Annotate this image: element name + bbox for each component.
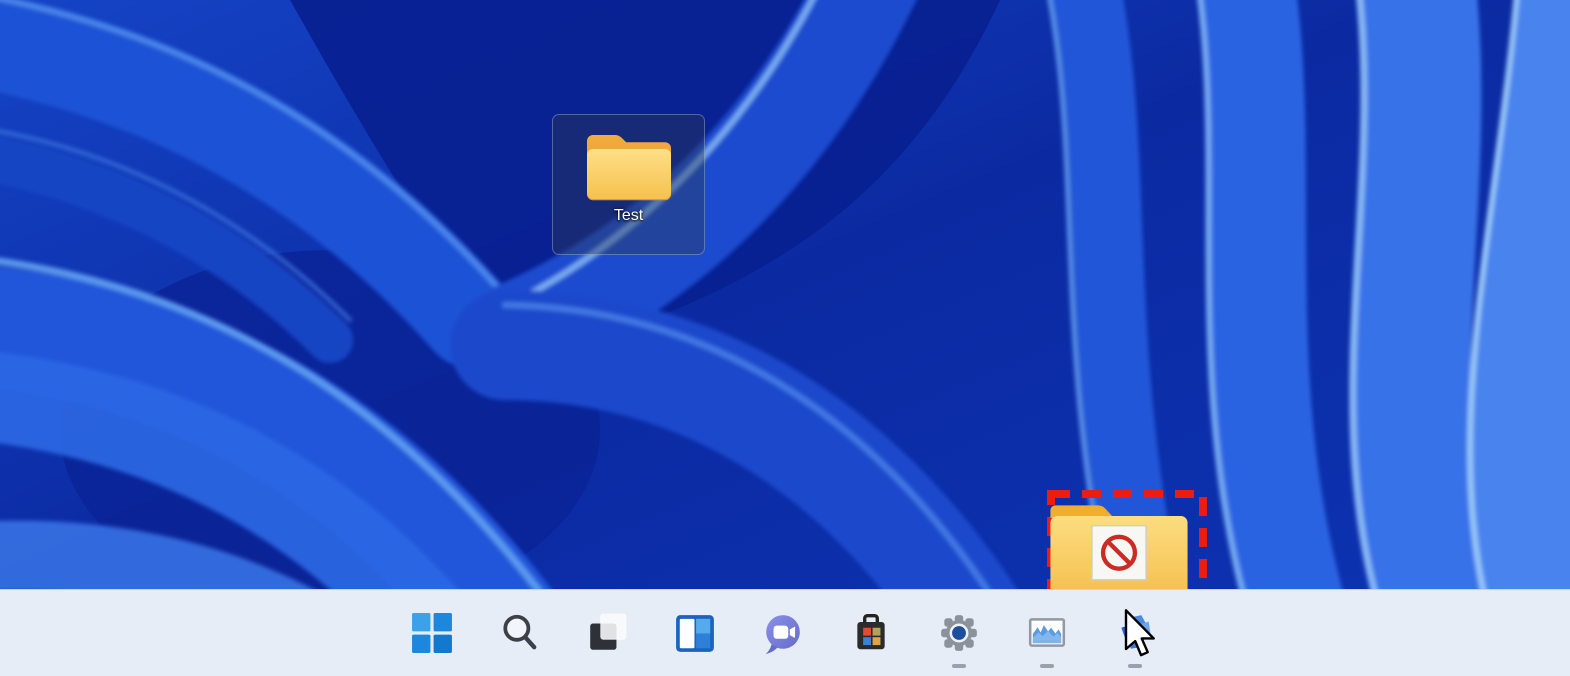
search-button[interactable] (492, 602, 548, 672)
running-indicator (1128, 664, 1142, 668)
running-indicator (1040, 664, 1054, 668)
gear-icon (938, 612, 980, 654)
microsoft-store-button[interactable] (843, 602, 899, 672)
task-view-button[interactable] (579, 602, 635, 672)
wallpaper-bloom (0, 0, 1570, 676)
mouse-cursor (1123, 609, 1157, 657)
widgets-button[interactable] (667, 602, 723, 672)
folder-label: Test (614, 207, 643, 225)
no-drop-icon (1092, 526, 1146, 580)
task-view-icon (586, 612, 628, 654)
desktop-folder-test[interactable]: Test (552, 114, 705, 255)
performance-graph-icon (1026, 612, 1068, 654)
windows-logo-icon (411, 612, 453, 654)
widgets-icon (674, 612, 716, 654)
taskbar (0, 589, 1570, 676)
chat-button[interactable] (755, 602, 811, 672)
chat-icon (762, 612, 804, 654)
start-button[interactable] (404, 602, 460, 672)
folder-icon (583, 127, 675, 205)
drag-folder-icon (1046, 489, 1192, 601)
running-indicator (952, 664, 966, 668)
search-icon (499, 612, 541, 654)
store-bag-icon (850, 612, 892, 654)
desktop-screen: Test (0, 0, 1570, 676)
system-monitor-button[interactable] (1019, 602, 1075, 672)
settings-button[interactable] (931, 602, 987, 672)
